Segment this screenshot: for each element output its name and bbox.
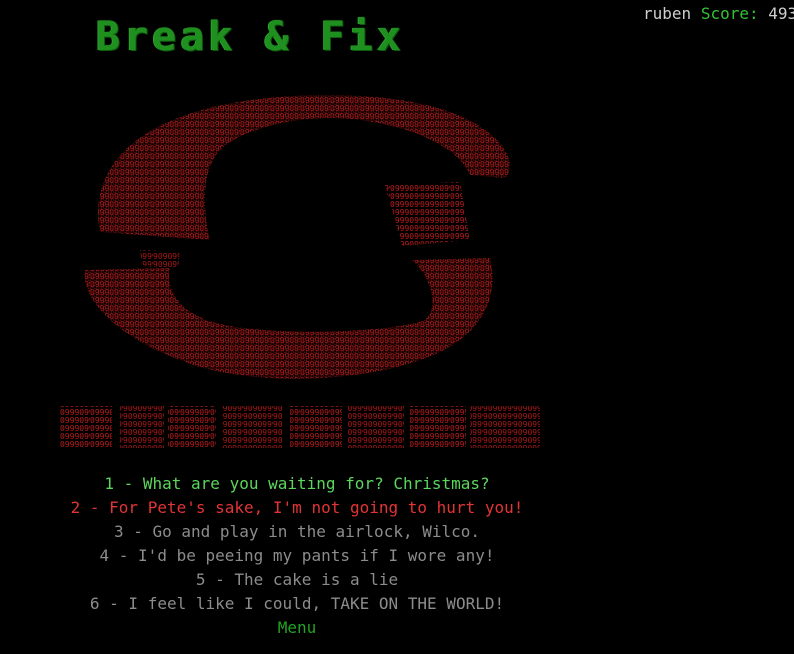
logo-lower-arc — [84, 258, 493, 379]
dialog-option-5[interactable]: 5 - The cake is a lie — [0, 568, 594, 592]
menu-link[interactable]: Menu — [0, 616, 594, 640]
dialog-option-4[interactable]: 4 - I'd be peeing my pants if I wore any… — [0, 544, 594, 568]
dialog-option-3[interactable]: 3 - Go and play in the airlock, Wilco. — [0, 520, 594, 544]
logo-lettering — [60, 406, 540, 448]
logo-right-upper — [385, 182, 470, 246]
dialog-option-2[interactable]: 2 - For Pete's sake, I'm not going to hu… — [0, 496, 594, 520]
logo-left-gap — [140, 250, 180, 268]
dialog-option-6[interactable]: 6 - I feel like I could, TAKE ON THE WOR… — [0, 592, 594, 616]
dialog-option-1[interactable]: 1 - What are you waiting for? Christmas? — [0, 472, 594, 496]
ascii-logo-icon: 0999099090 9090999009 — [60, 94, 540, 448]
